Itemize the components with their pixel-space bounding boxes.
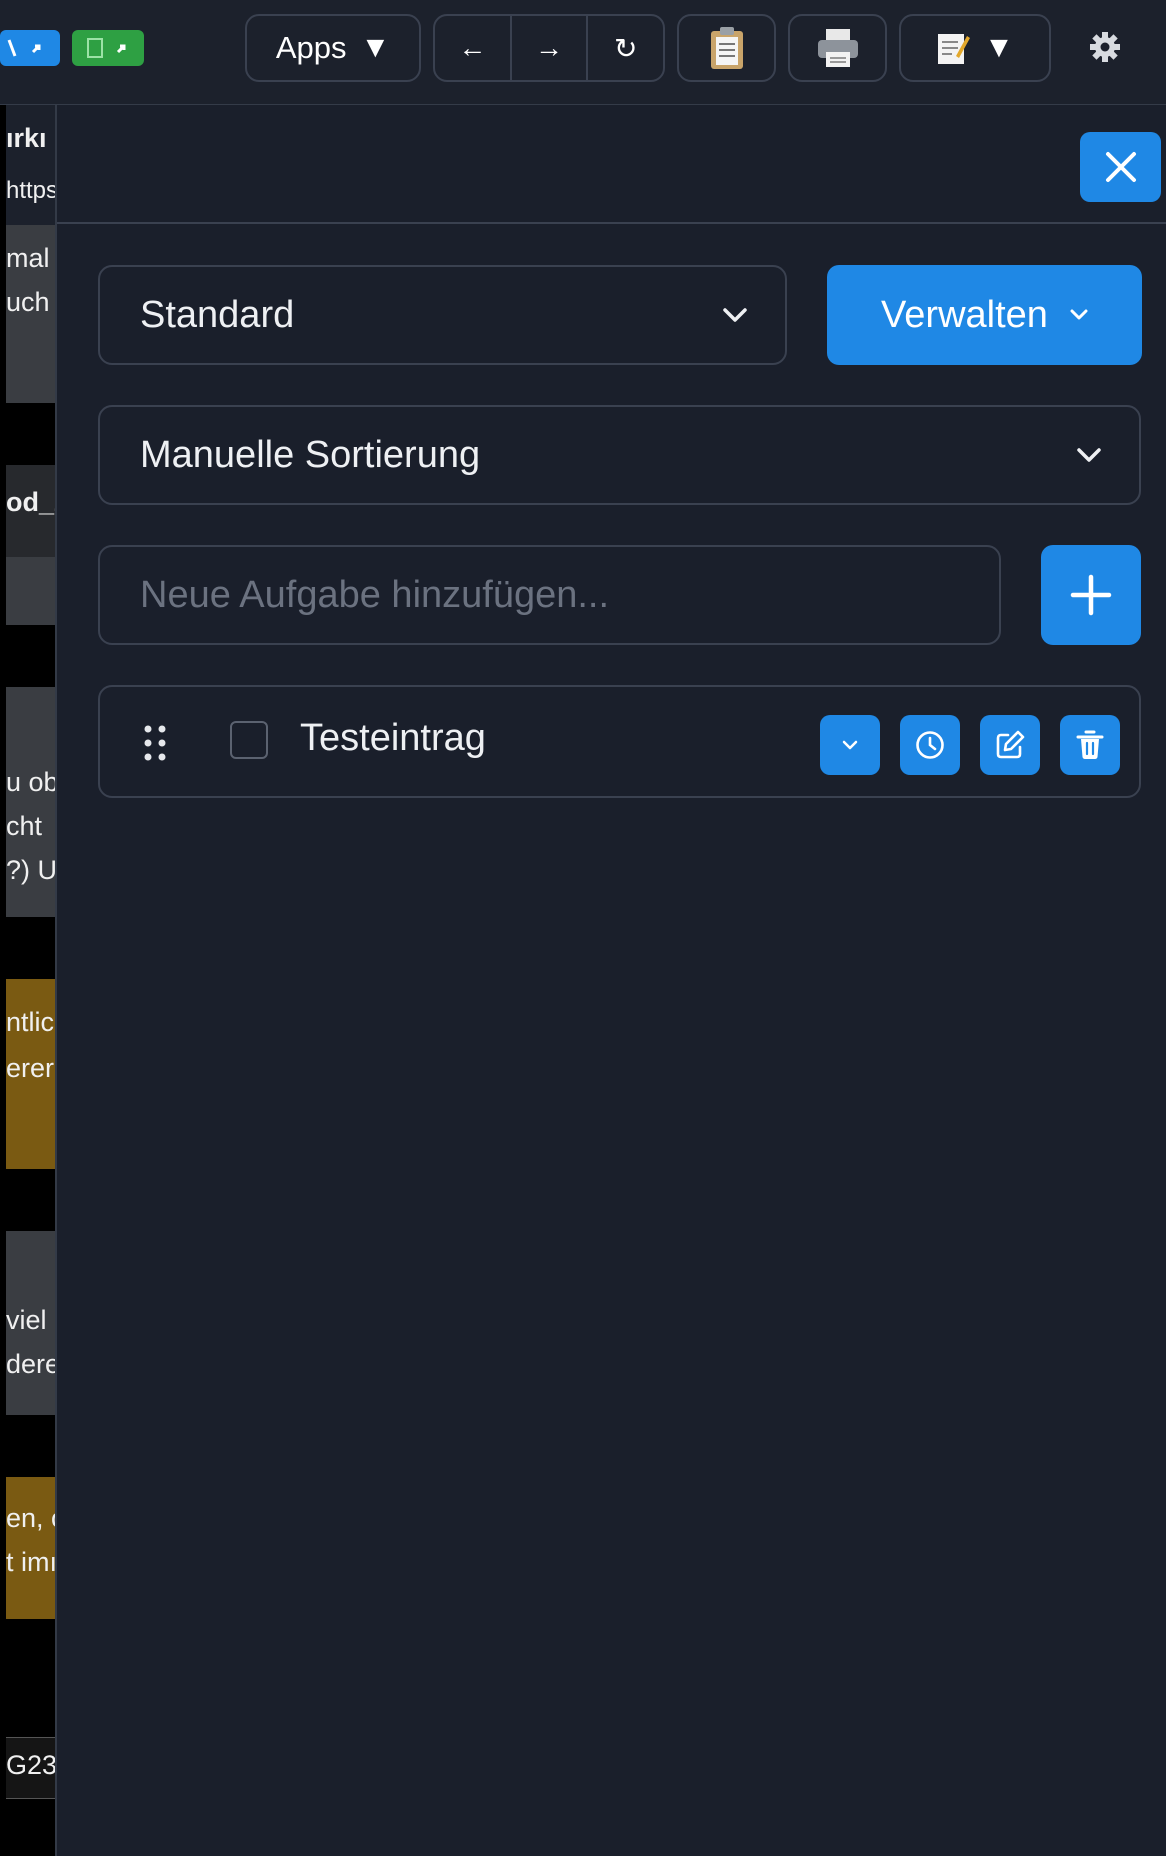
clipboard-icon	[710, 27, 743, 69]
background-text: dere	[6, 1349, 55, 1379]
close-button[interactable]	[1080, 132, 1161, 202]
clock-icon	[916, 731, 944, 759]
background-text: t imı	[6, 1547, 55, 1577]
background-page-strip: ırkı https mal uch od_2 u ob cht ?) U nt…	[0, 105, 55, 1856]
background-text: uch	[6, 287, 50, 317]
expand-task-button[interactable]	[820, 715, 880, 775]
background-block	[6, 557, 55, 625]
task-item[interactable]: Testeintrag	[98, 685, 1141, 798]
blue-extension-badge[interactable]	[0, 30, 60, 66]
background-highlight-block: ntlic erer	[6, 979, 55, 1169]
background-text: erer	[6, 1053, 55, 1083]
reminder-button[interactable]	[900, 715, 960, 775]
manage-button-label: Verwalten	[881, 293, 1048, 336]
forward-button[interactable]: →	[512, 16, 589, 80]
memo-icon	[938, 34, 971, 64]
background-text: https	[6, 177, 55, 204]
settings-gear-icon[interactable]	[1080, 22, 1130, 72]
top-toolbar: Apps ▼ ← → ↻ ▼	[0, 0, 1166, 105]
background-text: ?) U	[6, 855, 55, 885]
background-text: en, o	[6, 1503, 55, 1533]
add-task-button[interactable]	[1041, 545, 1141, 645]
manage-button[interactable]: Verwalten	[827, 265, 1142, 365]
background-text: viel	[6, 1305, 47, 1335]
background-text: od_2	[6, 487, 55, 517]
drag-handle-icon[interactable]	[140, 721, 170, 765]
task-text: Testeintrag	[300, 717, 486, 759]
sort-select[interactable]: Manuelle Sortierung	[98, 405, 1141, 505]
background-block: u ob cht ?) U	[6, 687, 55, 917]
background-block: viel dere	[6, 1231, 55, 1415]
background-text: u ob	[6, 767, 55, 797]
background-block: mal uch	[6, 225, 55, 403]
plus-icon	[1070, 574, 1112, 616]
chevron-down-icon	[842, 740, 858, 750]
list-select-value: Standard	[140, 293, 295, 336]
background-text: cht	[6, 811, 43, 841]
caret-down-icon: ▼	[984, 31, 1014, 64]
clipboard-button[interactable]	[677, 14, 776, 82]
chevron-down-icon	[1070, 309, 1088, 321]
print-button[interactable]	[788, 14, 887, 82]
sort-select-value: Manuelle Sortierung	[140, 433, 481, 476]
list-select[interactable]: Standard	[98, 265, 787, 365]
background-text: G23	[6, 1750, 55, 1780]
background-highlight-block: en, o t imı	[6, 1477, 55, 1619]
new-task-input[interactable]	[98, 545, 1001, 645]
notes-menu-button[interactable]: ▼	[899, 14, 1051, 82]
panel-header	[57, 105, 1166, 224]
reload-button[interactable]: ↻	[588, 16, 663, 80]
back-button[interactable]: ←	[435, 16, 512, 80]
trash-icon	[1076, 730, 1104, 759]
task-checkbox[interactable]	[230, 721, 268, 759]
background-text: ırkı	[6, 123, 47, 153]
close-icon	[1105, 152, 1136, 182]
edit-icon	[996, 730, 1025, 759]
background-block: od_2	[6, 465, 55, 557]
chevron-down-icon	[715, 295, 755, 335]
apps-menu-button[interactable]: Apps ▼	[245, 14, 421, 82]
caret-down-icon: ▼	[360, 31, 391, 64]
navigation-group: ← → ↻	[433, 14, 665, 82]
background-text: mal	[6, 243, 50, 273]
background-block: ırkı https	[6, 105, 55, 225]
background-text: ntlic	[6, 1007, 55, 1037]
todo-side-panel: Standard Verwalten Manuelle Sortierung N…	[55, 105, 1166, 1856]
apps-label: Apps	[275, 30, 347, 65]
background-block: G23	[6, 1737, 55, 1799]
green-extension-badge[interactable]	[72, 30, 144, 66]
edit-task-button[interactable]	[980, 715, 1040, 775]
printer-icon	[817, 29, 858, 67]
chevron-down-icon	[1069, 435, 1109, 475]
delete-task-button[interactable]	[1060, 715, 1120, 775]
